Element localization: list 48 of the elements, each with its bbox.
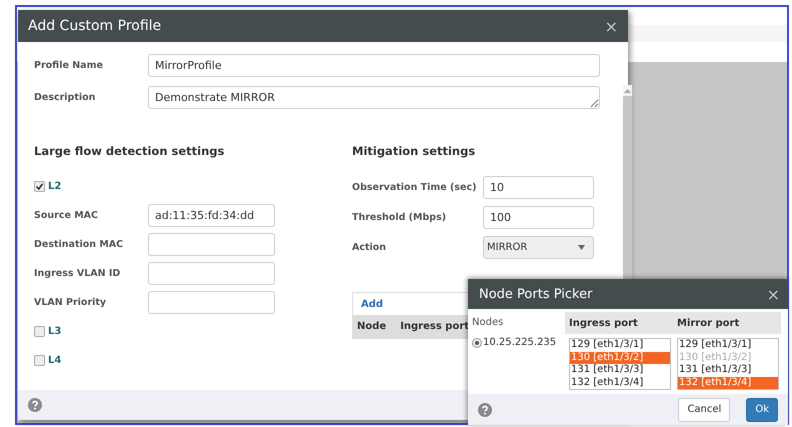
column-header: Node (356, 321, 388, 332)
field-label: Action (352, 242, 388, 252)
caret-icon (578, 244, 585, 250)
checkbox-label: L4 (48, 355, 62, 366)
field-label: Threshold (Mbps) (352, 212, 448, 222)
input-field[interactable] (148, 262, 275, 285)
list-option[interactable]: 129 [eth1/3/1] (570, 339, 670, 352)
section-heading: Large flow detection settings (34, 144, 226, 160)
field-label: Observation Time (sec) (352, 182, 478, 192)
close-button[interactable]: × (602, 16, 620, 36)
input-field[interactable]: 100 (483, 206, 594, 228)
column-header: Nodes (472, 317, 504, 330)
text-area[interactable]: Demonstrate MIRROR (148, 86, 600, 109)
dialog-title: Add Custom Profile (28, 18, 162, 34)
checkbox[interactable] (34, 355, 45, 366)
field-label: Description (34, 91, 96, 103)
add-link[interactable]: Add (361, 298, 384, 310)
scroll-up-icon[interactable] (624, 89, 631, 93)
input-field[interactable] (148, 233, 275, 256)
list-option[interactable]: 132 [eth1/3/4] (570, 376, 670, 389)
dropdown[interactable]: MIRROR (483, 236, 594, 258)
help-icon[interactable] (478, 402, 492, 416)
checkbox[interactable] (34, 181, 45, 192)
field-label: Ingress VLAN ID (34, 268, 122, 279)
field-label: Source MAC (34, 210, 99, 221)
column-header: Mirror port (673, 312, 781, 334)
field-label: Profile Name (34, 59, 104, 71)
radio-button[interactable] (472, 338, 482, 348)
help-icon[interactable] (28, 398, 42, 412)
list-option[interactable]: 131 [eth1/3/3] (678, 364, 778, 376)
checkbox-label: L3 (48, 326, 62, 337)
list-option[interactable]: 129 [eth1/3/1] (678, 339, 778, 352)
section-heading: Mitigation settings (352, 144, 476, 160)
checkbox-label: L2 (48, 181, 62, 192)
input-field[interactable]: ad:11:35:fd:34:dd (148, 204, 275, 227)
node-label: 10.25.225.235 (483, 337, 556, 348)
close-button[interactable]: × (764, 284, 782, 304)
list-option[interactable]: 131 [eth1/3/3] (570, 364, 670, 376)
ok-button[interactable]: Ok (746, 398, 778, 422)
column-header: Ingress port (565, 312, 673, 334)
input-field[interactable] (148, 291, 275, 314)
checkbox[interactable] (34, 326, 45, 337)
cancel-button[interactable]: Cancel (678, 398, 730, 422)
dialog-title: Node Ports Picker (479, 286, 592, 302)
input-field[interactable]: 10 (483, 176, 594, 198)
input-field[interactable]: MirrorProfile (148, 54, 600, 77)
field-label: Destination MAC (34, 239, 124, 250)
field-label: VLAN Priority (34, 297, 108, 308)
